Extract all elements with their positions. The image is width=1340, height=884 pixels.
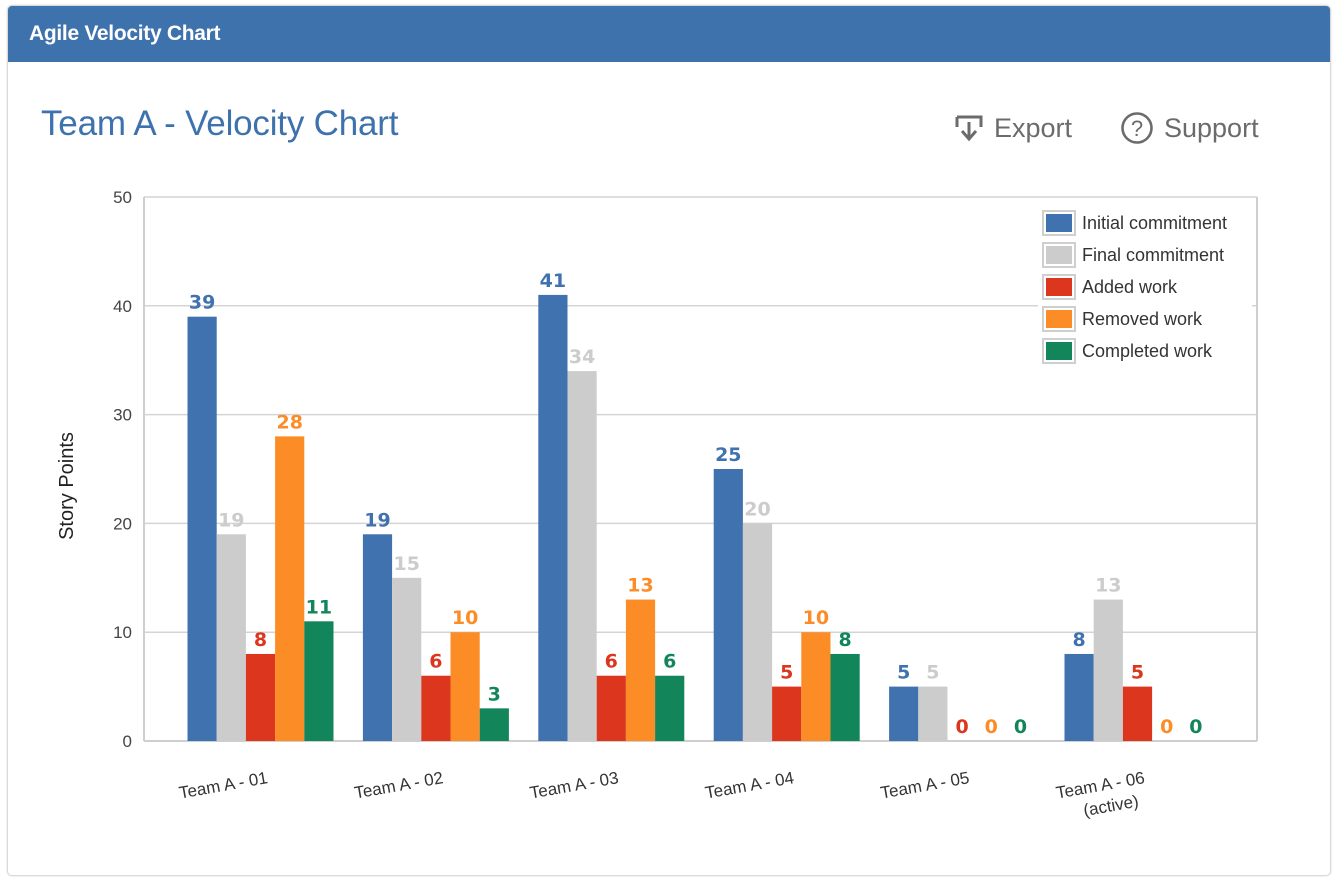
- data-label: 6: [663, 651, 676, 673]
- bar[interactable]: [362, 534, 393, 741]
- legend-label: Added work: [1082, 277, 1178, 297]
- data-label: 5: [926, 662, 939, 684]
- bar[interactable]: [655, 675, 685, 741]
- x-tick-label-line: Team A - 04: [704, 768, 796, 802]
- bar[interactable]: [187, 316, 217, 741]
- x-tick-label: Team A - 05: [879, 768, 971, 802]
- data-label: 8: [254, 629, 267, 651]
- legend-item[interactable]: Completed work: [1042, 338, 1213, 364]
- data-label: 10: [803, 607, 829, 629]
- legend-label: Removed work: [1082, 309, 1203, 329]
- bar[interactable]: [596, 675, 626, 741]
- x-tick-label: Team A - 06(active): [1054, 768, 1146, 820]
- y-tick-label: 30: [113, 406, 132, 425]
- x-tick-label: Team A - 04: [704, 768, 796, 802]
- bar[interactable]: [538, 294, 568, 741]
- bar[interactable]: [801, 632, 831, 741]
- bar[interactable]: [450, 632, 480, 741]
- x-tick-label-line: Team A - 05: [879, 768, 971, 802]
- data-label: 13: [1095, 575, 1121, 597]
- data-label: 28: [276, 411, 302, 433]
- bar[interactable]: [889, 686, 919, 741]
- x-tick-label-line: Team A - 02: [353, 768, 445, 802]
- data-label: 25: [715, 444, 741, 466]
- category-labels: Team A - 01 Team A - 02 Team A - 03 Team A …: [177, 768, 1146, 820]
- bar[interactable]: [625, 599, 656, 741]
- y-tick-label: 40: [113, 297, 132, 316]
- data-label: 39: [189, 292, 215, 314]
- data-label: 10: [452, 607, 478, 629]
- data-label: 5: [1131, 662, 1144, 684]
- data-label: 0: [1189, 716, 1202, 738]
- y-tick-label: 50: [113, 188, 132, 207]
- legend-swatch: [1046, 310, 1072, 328]
- data-label: 3: [488, 683, 501, 705]
- bar[interactable]: [216, 534, 246, 741]
- bar[interactable]: [421, 675, 451, 741]
- legend-swatch: [1046, 278, 1072, 296]
- legend-label: Completed work: [1082, 341, 1213, 361]
- y-tick-label: 20: [113, 514, 132, 533]
- data-label: 15: [393, 553, 419, 575]
- data-label: 19: [218, 509, 244, 531]
- legend-swatch: [1046, 214, 1072, 232]
- bar[interactable]: [479, 708, 509, 741]
- legend-item[interactable]: Removed work: [1042, 306, 1203, 332]
- data-label: 6: [605, 651, 618, 673]
- bar[interactable]: [275, 436, 305, 741]
- legend-item[interactable]: Final commitment: [1042, 242, 1224, 268]
- x-tick-label: Team A - 03: [528, 768, 620, 802]
- data-label: 0: [1014, 716, 1027, 738]
- bar[interactable]: [713, 469, 743, 741]
- bar[interactable]: [918, 686, 948, 741]
- y-tick-label: 0: [123, 732, 132, 751]
- x-tick-label: Team A - 01: [177, 768, 269, 802]
- legend-item[interactable]: Added work: [1042, 274, 1178, 300]
- data-label: 13: [627, 575, 653, 597]
- bar[interactable]: [1064, 653, 1094, 741]
- data-label: 6: [429, 651, 442, 673]
- x-tick-label: Team A - 02: [353, 768, 445, 802]
- legend-label: Initial commitment: [1082, 213, 1227, 233]
- y-axis-title: Story Points: [56, 432, 78, 540]
- data-label: 5: [780, 662, 793, 684]
- legend-swatch: [1046, 342, 1072, 360]
- bar[interactable]: [567, 371, 597, 741]
- legend-item[interactable]: Initial commitment: [1042, 210, 1227, 236]
- bar[interactable]: [830, 653, 860, 741]
- bar[interactable]: [392, 577, 422, 741]
- data-label: 34: [569, 346, 595, 368]
- legend-swatch: [1046, 246, 1072, 264]
- bar[interactable]: [772, 686, 802, 741]
- data-label: 20: [744, 498, 770, 520]
- bar[interactable]: [245, 653, 276, 741]
- y-tick-label: 10: [113, 623, 132, 642]
- data-label: 5: [897, 662, 910, 684]
- data-label: 0: [1160, 716, 1173, 738]
- bar[interactable]: [1093, 599, 1123, 741]
- bar[interactable]: [1122, 686, 1153, 741]
- data-label: 0: [985, 716, 998, 738]
- data-label: 19: [364, 509, 390, 531]
- x-tick-label-line: Team A - 01: [177, 768, 269, 802]
- bar[interactable]: [304, 621, 334, 741]
- legend-label: Final commitment: [1082, 245, 1224, 265]
- bars: [187, 294, 1153, 741]
- data-label: 41: [540, 270, 566, 292]
- legend[interactable]: Initial commitment Final commitment Added …: [1038, 204, 1252, 370]
- data-label: 11: [306, 596, 332, 618]
- data-label: 8: [1072, 629, 1085, 651]
- x-tick-label-line: Team A - 03: [528, 768, 620, 802]
- velocity-chart: 01020304050 3919828111915610341346136252…: [56, 188, 1258, 820]
- bar[interactable]: [742, 523, 773, 741]
- data-label: 0: [955, 716, 968, 738]
- data-label: 8: [838, 629, 851, 651]
